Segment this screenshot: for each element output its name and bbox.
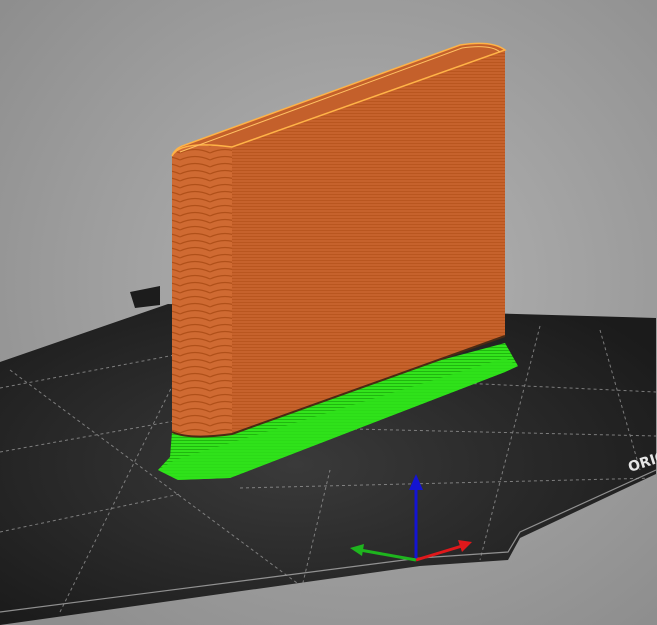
3d-viewport[interactable]: ORIG [0,0,657,625]
model-body-side [172,144,232,437]
preview-scene[interactable]: ORIG [0,0,657,625]
